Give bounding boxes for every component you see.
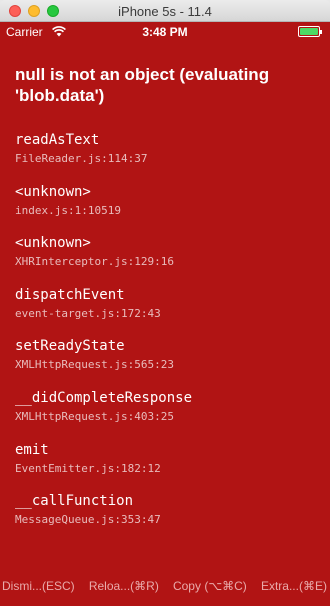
stack-frame[interactable]: emit EventEmitter.js:182:12 xyxy=(15,442,320,494)
stack-frame[interactable]: <unknown> XHRInterceptor.js:129:16 xyxy=(15,235,320,287)
frame-location: index.js:1:10519 xyxy=(15,203,121,217)
frame-location: EventEmitter.js:182:12 xyxy=(15,461,161,475)
status-time: 3:48 PM xyxy=(142,25,188,39)
frame-method: emit xyxy=(15,441,49,458)
frame-method: dispatchEvent xyxy=(15,286,125,303)
stack-frame[interactable]: readAsText FileReader.js:114:37 xyxy=(15,132,320,184)
frame-location: FileReader.js:114:37 xyxy=(15,152,148,165)
stack-frame[interactable]: __callFunction MessageQueue.js:353:47 xyxy=(15,493,320,545)
battery-icon xyxy=(298,26,322,37)
reload-button[interactable]: Reloa...(⌘R) xyxy=(89,579,159,593)
frame-method: __didCompleteResponse xyxy=(15,389,193,406)
frame-method: __callFunction xyxy=(15,493,134,510)
frame-location: XHRInterceptor.js:129:16 xyxy=(15,255,174,269)
frame-method: readAsText xyxy=(15,132,100,148)
stack-frame[interactable]: dispatchEvent event-target.js:172:43 xyxy=(15,287,320,339)
frame-location: MessageQueue.js:353:47 xyxy=(15,513,161,527)
simulator-titlebar: iPhone 5s - 11.4 xyxy=(0,0,330,22)
copy-button[interactable]: Copy (⌥⌘C) xyxy=(173,579,247,593)
redbox-error-screen: Carrier 3:48 PM null is not an object (e… xyxy=(0,22,330,606)
extra-button[interactable]: Extra...(⌘E) xyxy=(261,579,327,593)
frame-method: <unknown> xyxy=(15,235,91,252)
frame-location: XMLHttpRequest.js:403:25 xyxy=(15,409,174,423)
error-message: null is not an object (evaluating 'blob.… xyxy=(15,65,270,105)
redbox-toolbar: Dismi...(ESC) Reloa...(⌘R) Copy (⌥⌘C) Ex… xyxy=(0,566,330,606)
frame-location: event-target.js:172:43 xyxy=(15,306,161,320)
stack-trace: readAsText FileReader.js:114:37 <unknown… xyxy=(15,132,320,545)
dismiss-button[interactable]: Dismi...(ESC) xyxy=(2,579,75,593)
frame-method: <unknown> xyxy=(15,183,91,200)
stack-frame[interactable]: <unknown> index.js:1:10519 xyxy=(15,184,320,236)
frame-location: XMLHttpRequest.js:565:23 xyxy=(15,358,174,372)
window-title: iPhone 5s - 11.4 xyxy=(118,4,212,19)
stack-frame[interactable]: setReadyState XMLHttpRequest.js:565:23 xyxy=(15,338,320,390)
stack-frame[interactable]: __didCompleteResponse XMLHttpRequest.js:… xyxy=(15,390,320,442)
frame-method: setReadyState xyxy=(15,338,125,355)
ios-status-bar: Carrier 3:48 PM xyxy=(0,22,330,42)
